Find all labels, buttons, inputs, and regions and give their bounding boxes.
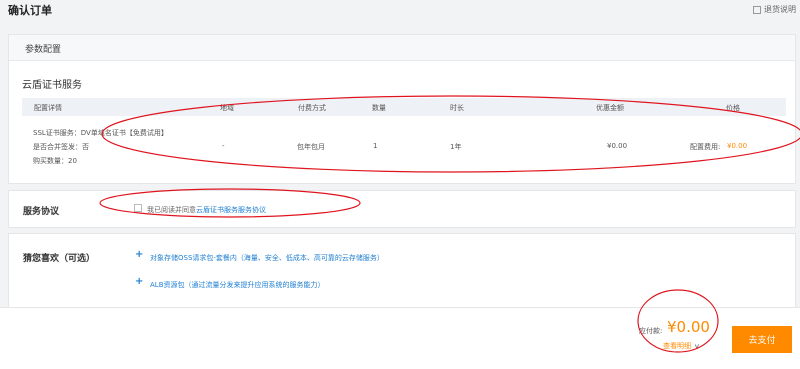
cell-price-label: 配置费用:	[690, 143, 721, 151]
recommend-item-label[interactable]: ALB资源包（通过流量分发来提升应用系统的服务能力）	[150, 280, 325, 290]
detail-line-2: 是否合并签发：否	[33, 143, 89, 151]
top-bar: 确认订单 退货说明	[0, 0, 800, 22]
cell-payment: 包年包月	[297, 143, 325, 151]
th-quantity: 数量	[372, 104, 386, 112]
checkout-bar	[0, 307, 800, 369]
cell-quantity: 1	[373, 142, 378, 150]
agreement-title: 服务协议	[23, 207, 60, 217]
service-name: 云盾证书服务	[22, 80, 82, 91]
document-icon	[753, 5, 761, 14]
agreement-prefix: 我已阅读并同意	[147, 206, 196, 214]
cell-price-value: ¥0.00	[727, 142, 748, 150]
recommend-item-label[interactable]: 对象存储OSS请求包-套餐内（海量、安全、低成本、高可靠的云存储服务）	[150, 253, 384, 263]
agreement-link[interactable]: 云盾证书服务服务协议	[196, 206, 266, 214]
th-duration: 时长	[450, 104, 464, 112]
detail-line-3: 购买数量：20	[33, 157, 77, 165]
view-detail-link[interactable]: 查看明细 ∨	[663, 341, 700, 351]
cell-duration: 1年	[450, 143, 462, 151]
recommend-title: 猜您喜欢（可选）	[23, 254, 96, 264]
payable-label: 应付款:	[639, 327, 663, 335]
refund-link[interactable]: 退货说明	[753, 4, 796, 15]
th-discount: 优惠金额	[596, 104, 624, 112]
cell-region: -	[222, 142, 225, 150]
payable-amount: ¥0.00	[667, 318, 710, 336]
agreement-text: 我已阅读并同意云盾证书服务服务协议	[147, 205, 266, 215]
agreement-checkbox[interactable]	[134, 204, 142, 212]
th-payment: 付费方式	[298, 104, 326, 112]
recommend-card	[8, 233, 796, 309]
plus-icon[interactable]: +	[135, 276, 143, 287]
plus-icon[interactable]: +	[135, 249, 143, 260]
th-details: 配置详情	[34, 104, 62, 112]
pay-button[interactable]: 去支付	[732, 326, 792, 353]
detail-line-1: SSL证书服务：DV单域名证书【免费试用】	[33, 129, 168, 137]
config-card-header: 参数配置	[9, 35, 795, 61]
th-region: 地域	[220, 104, 234, 112]
refund-link-label: 退货说明	[764, 5, 796, 14]
view-detail-label: 查看明细	[663, 342, 691, 350]
table-header: 配置详情 地域 付费方式 数量 时长 优惠金额 价格	[22, 98, 786, 116]
config-section-title: 参数配置	[25, 45, 62, 55]
agreement-card	[8, 190, 796, 228]
page-title: 确认订单	[8, 4, 52, 17]
th-price: 价格	[726, 104, 740, 112]
cell-discount: ¥0.00	[607, 142, 628, 150]
chevron-down-icon: ∨	[694, 341, 700, 351]
